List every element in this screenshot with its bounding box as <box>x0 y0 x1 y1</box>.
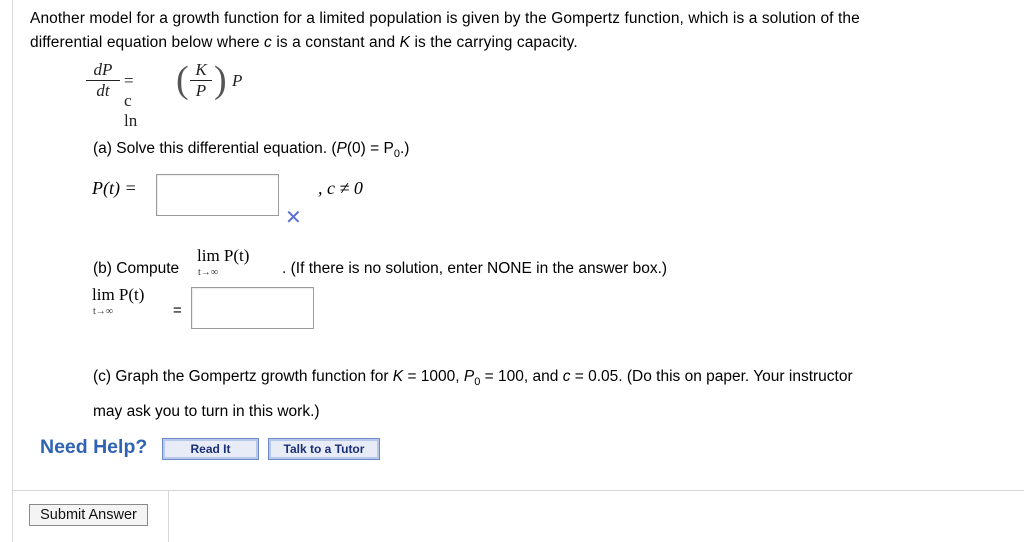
part-b-answer-input[interactable] <box>191 287 314 329</box>
right-paren: ) <box>214 59 227 101</box>
part-b-instructions: . (If there is no solution, enter NONE i… <box>282 260 668 277</box>
part-c-prompt: (c) Graph the Gompertz growth function f… <box>93 368 853 421</box>
fraction-dP-dt: dP dt <box>86 60 120 101</box>
equals-c-ln: = c ln <box>124 71 138 130</box>
part-a-answer-label: P(t) = <box>92 178 137 198</box>
fraction-K-P: K P <box>190 60 212 101</box>
part-b-limit-subscript: t→∞ <box>198 267 218 278</box>
part-a-answer-input[interactable] <box>156 174 279 216</box>
intro-line-1: Another model for a growth function for … <box>30 10 860 27</box>
part-b-limit: lim P(t) <box>197 246 250 265</box>
part-b-answer-label-subscript: t→∞ <box>93 306 113 317</box>
part-b-answer-label: lim P(t) <box>92 285 145 304</box>
need-help-title: Need Help? <box>40 436 148 458</box>
part-b-equals: = <box>173 302 182 319</box>
left-paren: ( <box>176 59 189 101</box>
P-tail: P <box>232 71 243 90</box>
part-b-prompt: (b) Compute <box>93 260 180 277</box>
incorrect-x-icon: ✕ <box>285 207 302 229</box>
submit-answer-button[interactable]: Submit Answer <box>29 504 148 526</box>
read-it-button[interactable]: Read It <box>162 438 259 460</box>
talk-to-tutor-button[interactable]: Talk to a Tutor <box>268 438 380 460</box>
problem-statement: Another model for a growth function for … <box>30 7 1000 55</box>
part-a-condition: , c ≠ 0 <box>318 178 363 198</box>
part-a-prompt: (a) Solve this differential equation. (P… <box>93 140 410 161</box>
intro-line-2: differential equation below where c is a… <box>30 34 578 51</box>
